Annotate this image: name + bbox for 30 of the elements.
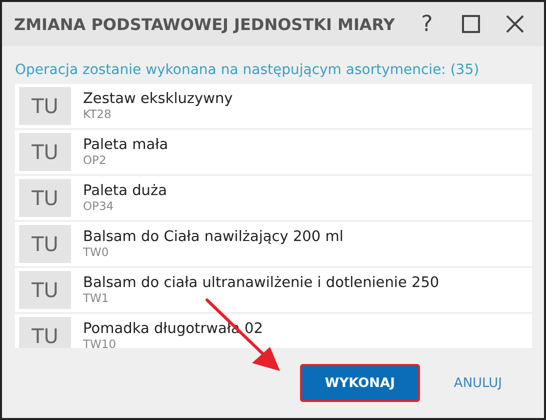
item-name: Paleta mała — [83, 137, 168, 153]
item-code: TW1 — [83, 291, 110, 305]
item-name: Pomadka długotrwała 02 — [83, 321, 263, 337]
item-code: OP34 — [83, 199, 115, 213]
unit-tile: TU — [19, 133, 71, 171]
list-item[interactable]: TU Zestaw ekskluzywny KT28 — [15, 84, 532, 128]
unit-tile: TU — [19, 179, 71, 217]
item-code: KT28 — [83, 107, 112, 121]
item-code: TW0 — [83, 245, 110, 259]
unit-tile: TU — [19, 271, 71, 309]
window-title: ZMIANA PODSTAWOWEJ JEDNOSTKI MIARY — [14, 14, 396, 34]
unit-tile: TU — [19, 225, 71, 263]
unit-tile: TU — [19, 317, 71, 348]
execute-button[interactable]: WYKONAJ — [300, 364, 420, 402]
help-button[interactable]: ? — [410, 9, 444, 39]
list-item[interactable]: TU Paleta mała OP2 — [15, 130, 532, 174]
item-name: Balsam do Ciała nawilżający 200 ml — [83, 229, 344, 245]
unit-tile: TU — [19, 87, 71, 125]
list-item[interactable]: TU Paleta duża OP34 — [15, 176, 532, 220]
item-name: Zestaw ekskluzywny — [83, 91, 233, 107]
item-code: TW10 — [83, 337, 118, 348]
list-item[interactable]: TU Pomadka długotrwała 02 TW10 — [15, 314, 532, 348]
item-name: Balsam do ciała ultranawilżenie i dotlenienie 250 — [83, 275, 440, 291]
list-item[interactable]: TU Balsam do Ciała nawilżający 200 ml TW0 — [15, 222, 532, 266]
item-name: Paleta duża — [83, 183, 167, 199]
item-code: OP2 — [83, 153, 108, 167]
maximize-icon — [462, 15, 480, 33]
close-icon — [506, 15, 524, 33]
list-item[interactable]: TU Balsam do ciała ultranawilżenie i dotlenienie 250 TW1 — [15, 268, 532, 312]
info-text: Operacja zostanie wykonana na następującym asortymencie: (35) — [15, 62, 480, 78]
